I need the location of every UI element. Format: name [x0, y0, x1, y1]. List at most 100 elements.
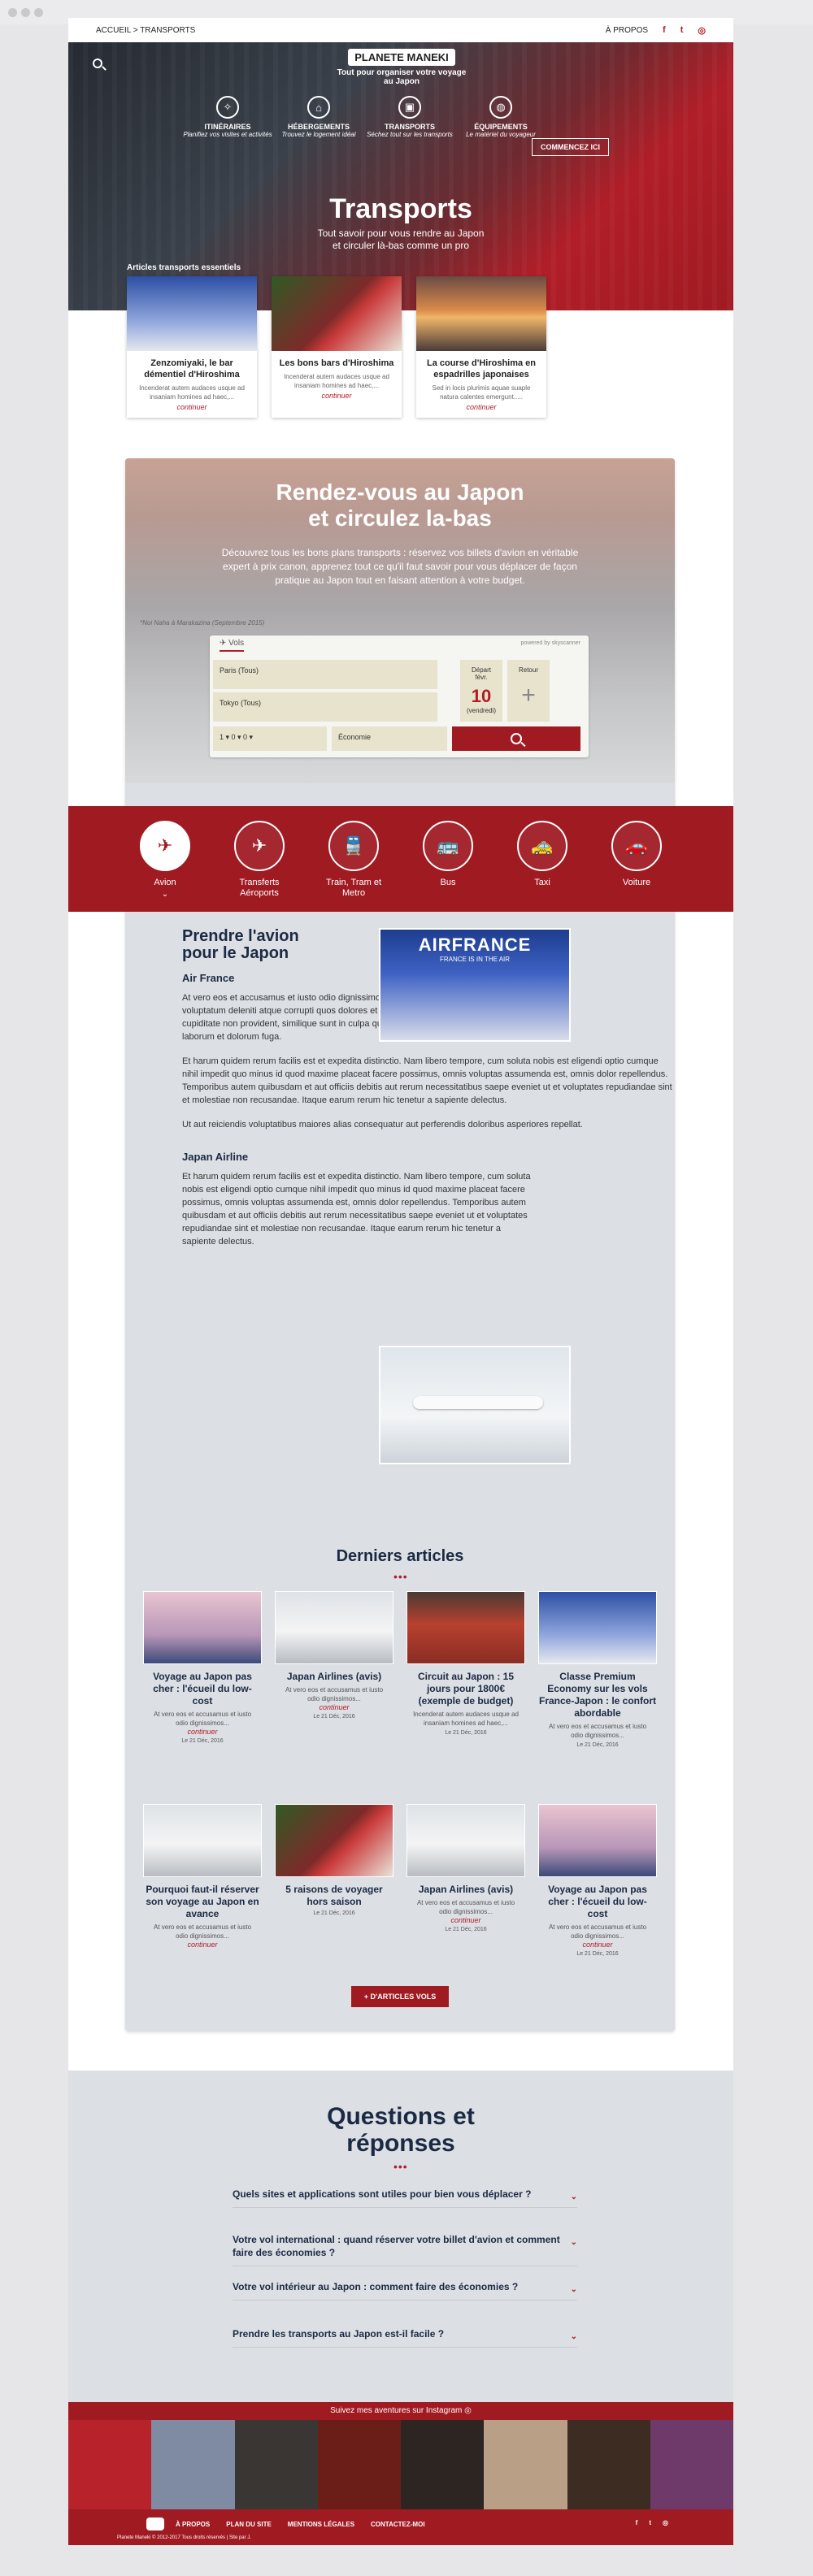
article-excerpt: At vero eos et accusamus et iusto odio d…: [548, 1923, 647, 1940]
article-image: [127, 276, 257, 351]
continue-link[interactable]: continuer: [143, 1941, 262, 1949]
footer-link[interactable]: PLAN DU SITE: [226, 2521, 272, 2528]
article-image: [538, 1804, 657, 1877]
nav-itineraires[interactable]: ✧ ITINÉRAIRES Planifiez vos visites et act…: [182, 96, 273, 138]
start-here-button[interactable]: COMMENCEZ ICI: [532, 138, 609, 156]
tab-transferts[interactable]: ✈ Transferts Aéroports: [230, 821, 289, 912]
tab-voiture[interactable]: 🚗 Voiture: [607, 821, 666, 912]
instagram-photo[interactable]: [68, 2420, 152, 2509]
origin-field[interactable]: Paris (Tous): [213, 660, 437, 689]
faq-item[interactable]: Quels sites et applications sont utiles …: [233, 2188, 577, 2208]
footer-link[interactable]: À PROPOS: [176, 2521, 210, 2528]
facebook-icon[interactable]: f: [636, 2519, 638, 2526]
nav-transports[interactable]: ▣ TRANSPORTS Séchez tout sur les transport…: [364, 96, 455, 138]
tab-taxi[interactable]: 🚕 Taxi: [513, 821, 572, 912]
article-card[interactable]: Japan Airlines (avis) At vero eos et accu…: [275, 1591, 393, 1748]
instagram-label[interactable]: Suivez mes aventures sur Instagram ◎: [68, 2402, 733, 2420]
faq-title-line: Questions et: [327, 2103, 475, 2130]
depart-day: 10: [471, 686, 492, 706]
twitter-icon[interactable]: t: [680, 25, 684, 35]
featured-card[interactable]: Les bons bars d'Hiroshima Incenderat aute…: [272, 276, 402, 418]
footer-logo[interactable]: [146, 2517, 164, 2530]
destination-field[interactable]: Tokyo (Tous): [213, 692, 437, 722]
transport-tabs: ✈ Avion ⌄ ✈ Transferts Aéroports 🚆 Train, Tr…: [68, 806, 733, 912]
tab-train[interactable]: 🚆 Train, Tram et Metro: [324, 821, 383, 912]
article-image: [538, 1591, 657, 1664]
search-icon[interactable]: [93, 59, 102, 68]
instagram-photo[interactable]: [650, 2420, 733, 2509]
window-dot: [34, 8, 43, 17]
rdv-banner: Rendez-vous au Japon et circulez la-bas D…: [125, 458, 675, 783]
faq-item[interactable]: Votre vol international : quand réserver…: [233, 2233, 577, 2266]
instagram-photo[interactable]: [401, 2420, 485, 2509]
essentials-label: Articles transports essentiels: [127, 263, 241, 272]
more-flight-articles-button[interactable]: + D'ARTICLES VOLS: [351, 1986, 449, 2007]
article-title: Les bons bars d'Hiroshima: [279, 358, 394, 368]
twitter-icon[interactable]: t: [649, 2519, 651, 2526]
instagram-icon[interactable]: ◎: [698, 25, 706, 36]
tagline: Tout pour organiser votre voyage au Japo…: [337, 68, 467, 86]
instagram-photo[interactable]: [567, 2420, 650, 2509]
article-card[interactable]: Classe Premium Economy sur les vols Fran…: [538, 1591, 657, 1748]
search-flights-button[interactable]: [452, 726, 580, 751]
site-logo[interactable]: PLANETE MANEKI Tout pour organiser votre…: [337, 49, 467, 86]
article-card[interactable]: Voyage au Japon pas cher : l'écueil du l…: [143, 1591, 262, 1748]
train-icon: 🚆: [328, 821, 379, 871]
chevron-down-icon: ⌄: [161, 890, 169, 899]
continue-link[interactable]: continuer: [272, 392, 402, 400]
dots-divider: •••: [393, 1570, 408, 1583]
article-card[interactable]: 5 raisons de voyager hors saison Le 21 Dé…: [275, 1804, 393, 1957]
about-link[interactable]: À PROPOS: [606, 26, 648, 35]
return-label: Retour: [518, 666, 538, 674]
tab-avion[interactable]: ✈ Avion ⌄: [136, 821, 194, 912]
rdv-title-line: Rendez-vous au Japon: [276, 479, 524, 505]
article-title: Pourquoi faut-il réserver son voyage au …: [146, 1884, 259, 1919]
breadcrumb[interactable]: ACCUEIL > TRANSPORTS: [96, 26, 195, 35]
air-france-image: AIRFRANCE FRANCE IS IN THE AIR: [379, 928, 571, 1042]
article-card[interactable]: Pourquoi faut-il réserver son voyage au …: [143, 1804, 262, 1957]
tab-flights[interactable]: ✈ Vols: [220, 639, 245, 652]
instagram-icon[interactable]: ◎: [663, 2519, 668, 2526]
airport-icon: ✈: [234, 821, 285, 871]
article-excerpt: At vero eos et accusamus et iusto odio d…: [548, 1723, 647, 1739]
article-excerpt: At vero eos et accusamus et iusto odio d…: [153, 1923, 252, 1940]
instagram-photo[interactable]: [151, 2420, 235, 2509]
return-date[interactable]: Retour +: [507, 660, 550, 722]
featured-card[interactable]: Zenzomiyaki, le bar démentiel d'Hiroshim…: [127, 276, 257, 418]
continue-link[interactable]: continuer: [127, 403, 257, 411]
continue-link[interactable]: continuer: [416, 403, 546, 411]
article-card[interactable]: Circuit au Japon : 15 jours pour 1800€ (…: [406, 1591, 525, 1748]
faq-question: Votre vol international : quand réserver…: [233, 2234, 560, 2258]
paragraph: Et harum quidem rerum facilis est et exp…: [182, 1056, 672, 1105]
continue-link[interactable]: continuer: [406, 1916, 525, 1924]
article-image: [275, 1804, 393, 1877]
faq-item[interactable]: Prendre les transports au Japon est-il f…: [233, 2327, 577, 2348]
passengers-select[interactable]: 1 ▾ 0 ▾ 0 ▾: [213, 726, 327, 751]
subtitle-line: Tout savoir pour vous rendre au Japon: [317, 228, 485, 239]
faq-section: Questions et réponses ••• Quels sites et …: [68, 2071, 733, 2412]
instagram-photo[interactable]: [234, 2420, 318, 2509]
continue-link[interactable]: continuer: [143, 1728, 262, 1736]
footer-link[interactable]: CONTACTEZ-MOI: [371, 2521, 425, 2528]
continue-link[interactable]: continuer: [538, 1941, 657, 1949]
article-date: Le 21 Déc, 2016: [445, 1730, 487, 1736]
depart-date[interactable]: Départ févr. 10 (vendredi): [460, 660, 502, 722]
facebook-icon[interactable]: f: [663, 25, 666, 35]
instagram-photo[interactable]: [317, 2420, 401, 2509]
page: ACCUEIL > TRANSPORTS À PROPOS f t ◎ PLAN…: [68, 18, 733, 2545]
footer-link[interactable]: MENTIONS LÉGALES: [288, 2521, 354, 2528]
article-card[interactable]: Japan Airlines (avis) At vero eos et accu…: [406, 1804, 525, 1957]
instagram-photo[interactable]: [484, 2420, 567, 2509]
faq-item[interactable]: Votre vol intérieur au Japon : comment f…: [233, 2280, 577, 2301]
footer-social: f t ◎: [636, 2519, 668, 2526]
train-icon: ▣: [398, 96, 421, 119]
featured-card[interactable]: La course d'Hiroshima en espadrilles jap…: [416, 276, 546, 418]
nav-equipements[interactable]: ◍ ÉQUIPEMENTS Le matériel du voyageur: [455, 96, 546, 138]
tab-bus[interactable]: 🚌 Bus: [419, 821, 477, 912]
article-card[interactable]: Voyage au Japon pas cher : l'écueil du l…: [538, 1804, 657, 1957]
chevron-down-icon: ⌄: [570, 2332, 577, 2341]
depart-weekday: (vendredi): [467, 707, 497, 714]
class-select[interactable]: Économie: [332, 726, 447, 751]
continue-link[interactable]: continuer: [275, 1703, 393, 1711]
nav-hebergements[interactable]: ⌂ HÉBERGEMENTS Trouvez le logement idéal: [273, 96, 364, 138]
